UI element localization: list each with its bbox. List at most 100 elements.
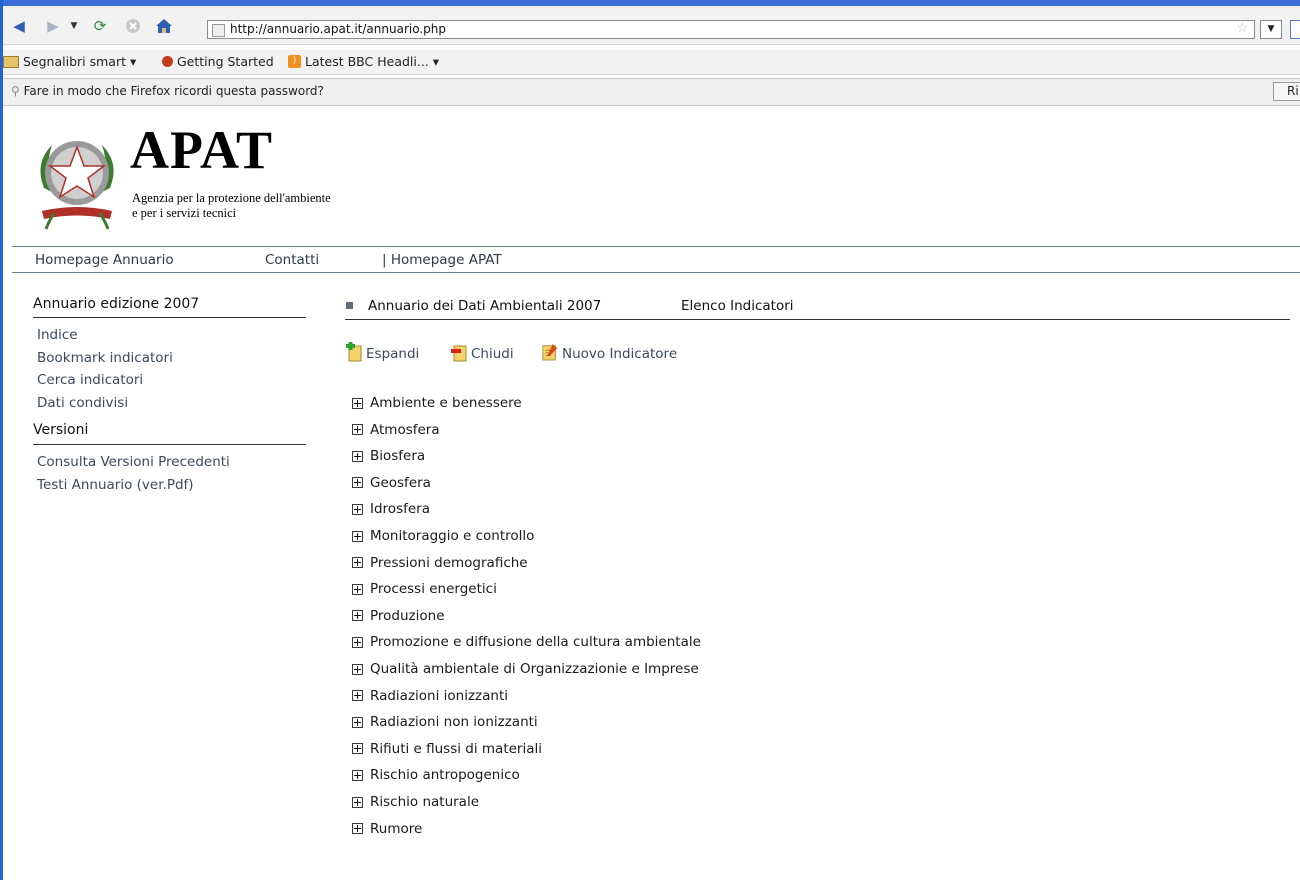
folder-icon <box>3 55 19 68</box>
tree-item-label[interactable]: Idrosfera <box>370 501 430 517</box>
tree-item[interactable]: Atmosfera <box>352 422 440 438</box>
topmenu-homepage-apat[interactable]: | Homepage APAT <box>382 252 502 268</box>
tree-item[interactable]: Geosfera <box>352 475 431 491</box>
rss-icon: ) <box>288 55 301 68</box>
tree-item-label[interactable]: Produzione <box>370 608 445 624</box>
expand-plus-icon[interactable] <box>352 716 363 728</box>
tree-item[interactable]: Monitoraggio e controllo <box>352 528 534 544</box>
url-bar[interactable]: http://annuario.apat.it/annuario.php ☆ <box>207 20 1255 39</box>
new-indicator-label: Nuovo Indicatore <box>562 346 678 362</box>
expand-plus-icon[interactable] <box>352 690 363 702</box>
bookmark-getting-started[interactable]: Getting Started <box>162 54 274 69</box>
history-dropdown-icon[interactable]: ▼ <box>67 17 81 35</box>
expand-icon <box>346 342 362 362</box>
expand-plus-icon[interactable] <box>352 424 363 436</box>
key-icon: ⚲ <box>11 84 20 98</box>
site-subtitle-line1: Agenzia per la protezione dell'ambiente <box>132 191 331 205</box>
stop-icon[interactable] <box>123 17 143 35</box>
expand-plus-icon[interactable] <box>352 636 363 648</box>
expand-plus-icon[interactable] <box>352 503 363 515</box>
new-indicator-button[interactable]: Nuovo Indicatore <box>542 342 677 362</box>
tree-item[interactable]: Rischio antropogenico <box>352 767 520 783</box>
breadcrumb-bullet-icon <box>346 302 353 309</box>
sidebar-link-cerca[interactable]: Cerca indicatori <box>37 372 143 388</box>
tree-item-label[interactable]: Qualità ambientale di Organizzazionie e … <box>370 661 699 677</box>
sidebar-link-dati-condivisi[interactable]: Dati condivisi <box>37 395 128 411</box>
url-dropdown-button[interactable]: ▼ <box>1260 20 1282 39</box>
tree-item-label[interactable]: Atmosfera <box>370 422 440 438</box>
tree-item-label[interactable]: Monitoraggio e controllo <box>370 528 534 544</box>
sidebar-divider <box>33 317 306 318</box>
tree-item-label[interactable]: Processi energetici <box>370 581 497 597</box>
bookmark-smart[interactable]: Segnalibri smart ▾ <box>3 54 136 69</box>
breadcrumb-elenco: Elenco Indicatori <box>681 298 794 314</box>
tree-item[interactable]: Ambiente e benessere <box>352 395 522 411</box>
bookmarks-toolbar: Segnalibri smart ▾ Getting Started ) Lat… <box>3 50 1300 75</box>
reload-icon[interactable]: ⟳ <box>89 17 111 35</box>
bookmark-label: Getting Started <box>177 54 274 69</box>
expand-plus-icon[interactable] <box>352 450 363 462</box>
expand-plus-icon[interactable] <box>352 477 363 489</box>
expand-plus-icon[interactable] <box>352 530 363 542</box>
tree-item-label[interactable]: Radiazioni ionizzanti <box>370 688 508 704</box>
bookmark-star-icon[interactable]: ☆ <box>1236 21 1248 36</box>
sidebar-heading-versioni: Versioni <box>33 422 89 438</box>
tree-item-label[interactable]: Geosfera <box>370 475 431 491</box>
tree-item[interactable]: Rischio naturale <box>352 794 479 810</box>
search-box-edge[interactable] <box>1290 20 1300 39</box>
expand-button[interactable]: Espandi <box>346 342 419 362</box>
tree-item-label[interactable]: Rischio antropogenico <box>370 767 520 783</box>
tree-item-label[interactable]: Pressioni demografiche <box>370 555 528 571</box>
tree-item-label[interactable]: Promozione e diffusione della cultura am… <box>370 634 701 650</box>
back-arrow-icon[interactable]: ◀ <box>9 17 29 35</box>
tree-item[interactable]: Biosfera <box>352 448 425 464</box>
topmenu-homepage-annuario[interactable]: Homepage Annuario <box>35 252 174 268</box>
expand-plus-icon[interactable] <box>352 583 363 595</box>
tree-item[interactable]: Processi energetici <box>352 581 497 597</box>
tree-item-label[interactable]: Rifiuti e flussi di materiali <box>370 741 542 757</box>
tree-item[interactable]: Radiazioni non ionizzanti <box>352 714 538 730</box>
site-subtitle-line2: e per i servizi tecnici <box>132 206 237 220</box>
page-icon <box>212 24 225 37</box>
forward-arrow-icon[interactable]: ▶ <box>43 17 63 35</box>
password-notification-bar: ⚲ Fare in modo che Firefox ricordi quest… <box>3 78 1300 106</box>
sidebar-link-indice[interactable]: Indice <box>37 327 78 343</box>
collapse-button[interactable]: Chiudi <box>451 342 514 362</box>
sidebar-link-bookmark[interactable]: Bookmark indicatori <box>37 350 173 366</box>
expand-plus-icon[interactable] <box>352 743 363 755</box>
home-icon[interactable] <box>153 17 175 35</box>
expand-plus-icon[interactable] <box>352 610 363 622</box>
tree-item[interactable]: Promozione e diffusione della cultura am… <box>352 634 701 650</box>
italian-republic-emblem-icon <box>34 133 120 231</box>
site-title: APAT <box>130 120 273 180</box>
window-frame-left <box>0 0 3 880</box>
tree-item[interactable]: Rumore <box>352 821 422 837</box>
tree-item[interactable]: Radiazioni ionizzanti <box>352 688 508 704</box>
expand-plus-icon[interactable] <box>352 557 363 569</box>
tree-item-label[interactable]: Biosfera <box>370 448 425 464</box>
bookmark-label: Latest BBC Headli... ▾ <box>305 54 440 69</box>
tree-item-label[interactable]: Rumore <box>370 821 422 837</box>
tree-item-label[interactable]: Radiazioni non ionizzanti <box>370 714 538 730</box>
url-text: http://annuario.apat.it/annuario.php <box>230 22 446 36</box>
expand-plus-icon[interactable] <box>352 397 363 409</box>
tree-item[interactable]: Rifiuti e flussi di materiali <box>352 741 542 757</box>
tree-item-label[interactable]: Rischio naturale <box>370 794 479 810</box>
collapse-icon <box>451 345 467 362</box>
tree-item[interactable]: Idrosfera <box>352 501 430 517</box>
expand-plus-icon[interactable] <box>352 796 363 808</box>
sidebar-link-testi-pdf[interactable]: Testi Annuario (ver.Pdf) <box>37 477 194 493</box>
expand-plus-icon[interactable] <box>352 823 363 835</box>
topmenu-contatti[interactable]: Contatti <box>265 252 319 268</box>
tree-item-label[interactable]: Ambiente e benessere <box>370 395 522 411</box>
password-prompt: ⚲ Fare in modo che Firefox ricordi quest… <box>11 84 324 98</box>
tree-item[interactable]: Produzione <box>352 608 445 624</box>
breadcrumb-annuario: Annuario dei Dati Ambientali 2007 <box>368 298 602 314</box>
expand-plus-icon[interactable] <box>352 769 363 781</box>
sidebar-link-versioni-precedenti[interactable]: Consulta Versioni Precedenti <box>37 454 230 470</box>
expand-plus-icon[interactable] <box>352 663 363 675</box>
tree-item[interactable]: Pressioni demografiche <box>352 555 528 571</box>
bookmark-bbc[interactable]: ) Latest BBC Headli... ▾ <box>288 54 439 69</box>
tree-item[interactable]: Qualità ambientale di Organizzazionie e … <box>352 661 699 677</box>
remember-password-button[interactable]: Ri <box>1273 82 1300 101</box>
